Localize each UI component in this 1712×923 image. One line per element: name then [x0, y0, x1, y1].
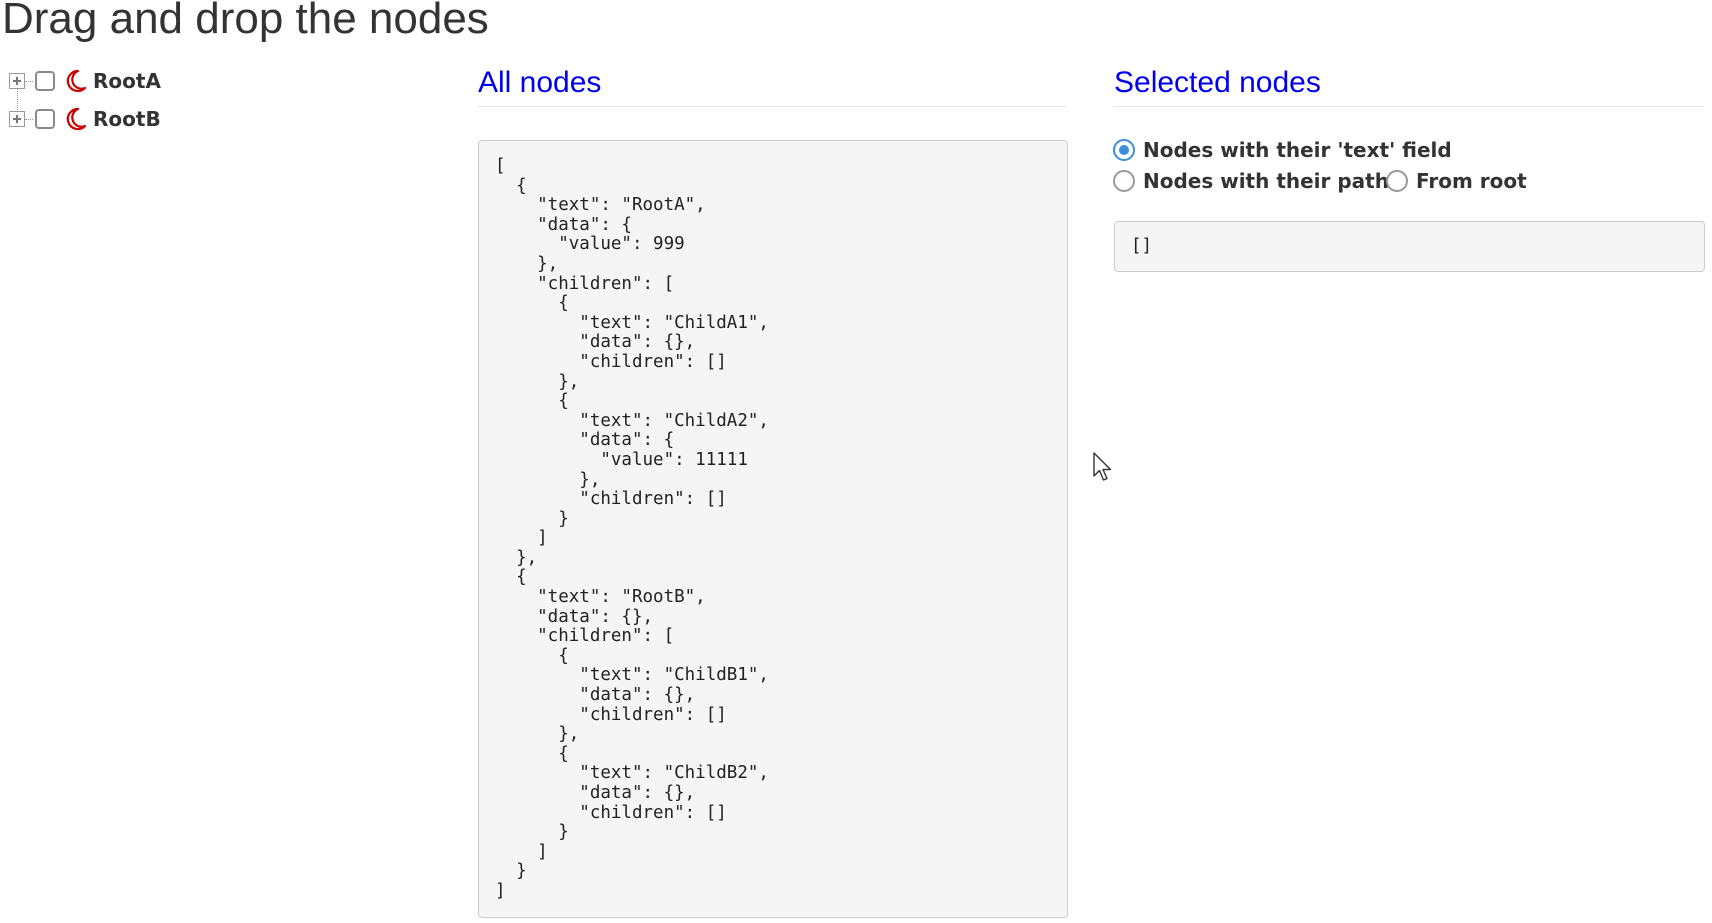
- tree-branch-line: [25, 80, 33, 82]
- radio-button[interactable]: [1386, 170, 1408, 192]
- node-checkbox[interactable]: [35, 109, 55, 129]
- tree-branch-line: [25, 118, 33, 120]
- tree-node-roota[interactable]: RootA: [6, 64, 161, 98]
- all-nodes-json: [ { "text": "RootA", "data": { "value": …: [478, 140, 1068, 918]
- selected-nodes-json: []: [1114, 221, 1705, 272]
- radio-option-text-field[interactable]: Nodes with their 'text' field: [1113, 138, 1452, 162]
- radio-option-from-root[interactable]: From root: [1386, 169, 1527, 193]
- radio-label: From root: [1416, 169, 1527, 193]
- expand-icon[interactable]: [9, 111, 25, 127]
- selected-nodes-heading: Selected nodes: [1114, 66, 1704, 107]
- node-label[interactable]: RootB: [93, 107, 161, 131]
- moon-icon: [66, 107, 87, 131]
- radio-button[interactable]: [1113, 170, 1135, 192]
- tree-node-rootb[interactable]: RootB: [6, 102, 161, 136]
- expand-icon[interactable]: [9, 73, 25, 89]
- all-nodes-heading: All nodes: [478, 66, 1066, 107]
- node-checkbox[interactable]: [35, 71, 55, 91]
- mouse-pointer-icon: [1093, 452, 1112, 481]
- page-title: Drag and drop the nodes: [2, 0, 489, 43]
- radio-label: Nodes with their path: [1143, 169, 1389, 193]
- node-label[interactable]: RootA: [93, 69, 161, 93]
- radio-label: Nodes with their 'text' field: [1143, 138, 1452, 162]
- moon-icon: [66, 69, 87, 93]
- tree-view: RootA RootB: [6, 64, 426, 144]
- radio-option-path[interactable]: Nodes with their path: [1113, 169, 1389, 193]
- radio-button[interactable]: [1113, 139, 1135, 161]
